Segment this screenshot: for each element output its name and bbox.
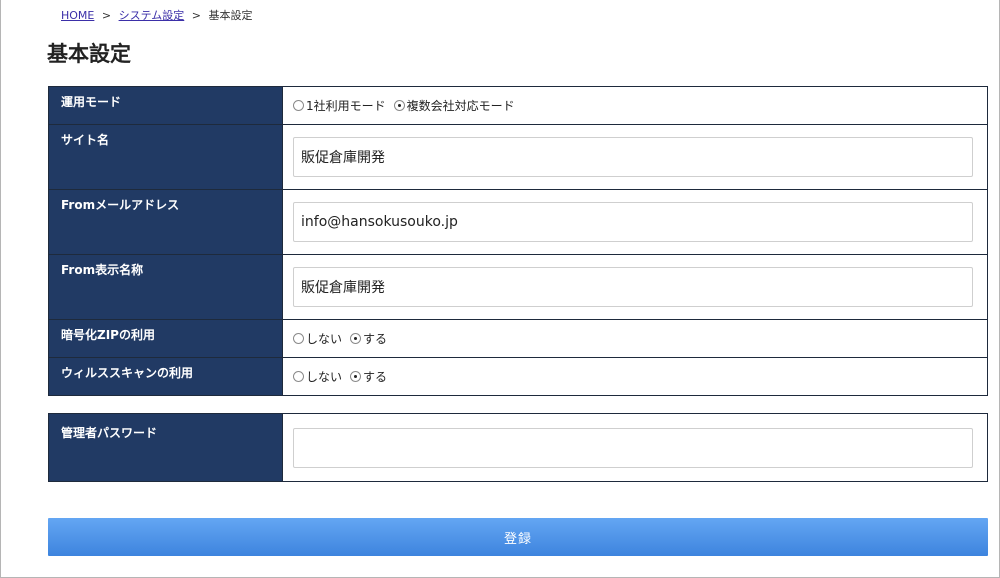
radio-checked-icon — [350, 371, 362, 382]
radio-label: する — [363, 370, 388, 384]
radio-label: する — [363, 332, 388, 346]
virus-scan-radio-group: しない する — [293, 368, 973, 385]
radio-label: しない — [306, 370, 343, 384]
site-name-row: サイト名 — [48, 124, 988, 190]
breadcrumb: HOME > システム設定 > 基本設定 — [61, 7, 252, 23]
admin-password-label-cell: 管理者パスワード — [48, 413, 283, 482]
virus-scan-label: ウィルススキャンの利用 — [61, 366, 194, 380]
virus-scan-field-cell: しない する — [282, 357, 988, 396]
from-display-name-label: From表示名称 — [61, 263, 144, 277]
from-display-name-label-cell: From表示名称 — [48, 254, 283, 320]
radio-label: 複数会社対応モード — [406, 99, 515, 113]
virus-scan-no-radio[interactable]: しない — [293, 368, 342, 385]
encrypted-zip-field-cell: しない する — [282, 319, 988, 358]
radio-checked-icon — [350, 333, 362, 344]
site-name-field-cell — [282, 124, 988, 190]
admin-password-field-cell — [282, 413, 988, 482]
operation-mode-row: 運用モード 1社利用モード 複数会社対応モード — [48, 86, 988, 125]
from-display-name-input[interactable] — [293, 267, 973, 307]
radio-unchecked-icon — [293, 371, 304, 382]
encrypted-zip-radio-group: しない する — [293, 330, 973, 347]
admin-password-row: 管理者パスワード — [48, 413, 988, 482]
encrypted-zip-row: 暗号化ZIPの利用 しない する — [48, 319, 988, 358]
breadcrumb-separator: > — [191, 9, 201, 22]
from-display-name-row: From表示名称 — [48, 254, 988, 320]
operation-mode-label: 運用モード — [61, 95, 122, 109]
site-name-label: サイト名 — [61, 133, 110, 147]
from-email-input[interactable] — [293, 202, 973, 242]
site-name-input[interactable] — [293, 137, 973, 177]
encrypted-zip-yes-radio[interactable]: する — [350, 330, 387, 347]
breadcrumb-system-settings-link[interactable]: システム設定 — [119, 9, 185, 22]
from-email-label: Fromメールアドレス — [61, 198, 180, 212]
operation-mode-radio-group: 1社利用モード 複数会社対応モード — [293, 97, 973, 114]
operation-mode-single-radio[interactable]: 1社利用モード — [293, 97, 386, 114]
virus-scan-row: ウィルススキャンの利用 しない する — [48, 357, 988, 396]
radio-unchecked-icon — [293, 100, 304, 111]
operation-mode-field-cell: 1社利用モード 複数会社対応モード — [282, 86, 988, 125]
encrypted-zip-no-radio[interactable]: しない — [293, 330, 342, 347]
password-table: 管理者パスワード — [48, 413, 988, 482]
breadcrumb-home-link[interactable]: HOME — [61, 9, 94, 22]
operation-mode-multi-radio[interactable]: 複数会社対応モード — [393, 97, 515, 114]
encrypted-zip-label: 暗号化ZIPの利用 — [61, 328, 155, 342]
from-email-row: Fromメールアドレス — [48, 189, 988, 255]
page-title: 基本設定 — [47, 42, 131, 66]
radio-unchecked-icon — [293, 333, 304, 344]
breadcrumb-current: 基本設定 — [208, 9, 253, 22]
breadcrumb-separator: > — [101, 9, 112, 22]
admin-password-label: 管理者パスワード — [61, 426, 158, 440]
radio-label: しない — [306, 332, 343, 346]
from-email-field-cell — [282, 189, 988, 255]
operation-mode-label-cell: 運用モード — [48, 86, 283, 125]
admin-password-input[interactable] — [293, 427, 973, 468]
from-display-name-field-cell — [282, 254, 988, 320]
virus-scan-yes-radio[interactable]: する — [350, 368, 387, 385]
radio-label: 1社利用モード — [306, 99, 386, 113]
settings-table: 運用モード 1社利用モード 複数会社対応モード サイト名 Fromメールア — [48, 86, 988, 396]
encrypted-zip-label-cell: 暗号化ZIPの利用 — [48, 319, 283, 358]
radio-checked-icon — [393, 100, 405, 111]
from-email-label-cell: Fromメールアドレス — [48, 189, 283, 255]
site-name-label-cell: サイト名 — [48, 124, 283, 190]
register-button[interactable]: 登録 — [48, 518, 988, 556]
virus-scan-label-cell: ウィルススキャンの利用 — [48, 357, 283, 396]
